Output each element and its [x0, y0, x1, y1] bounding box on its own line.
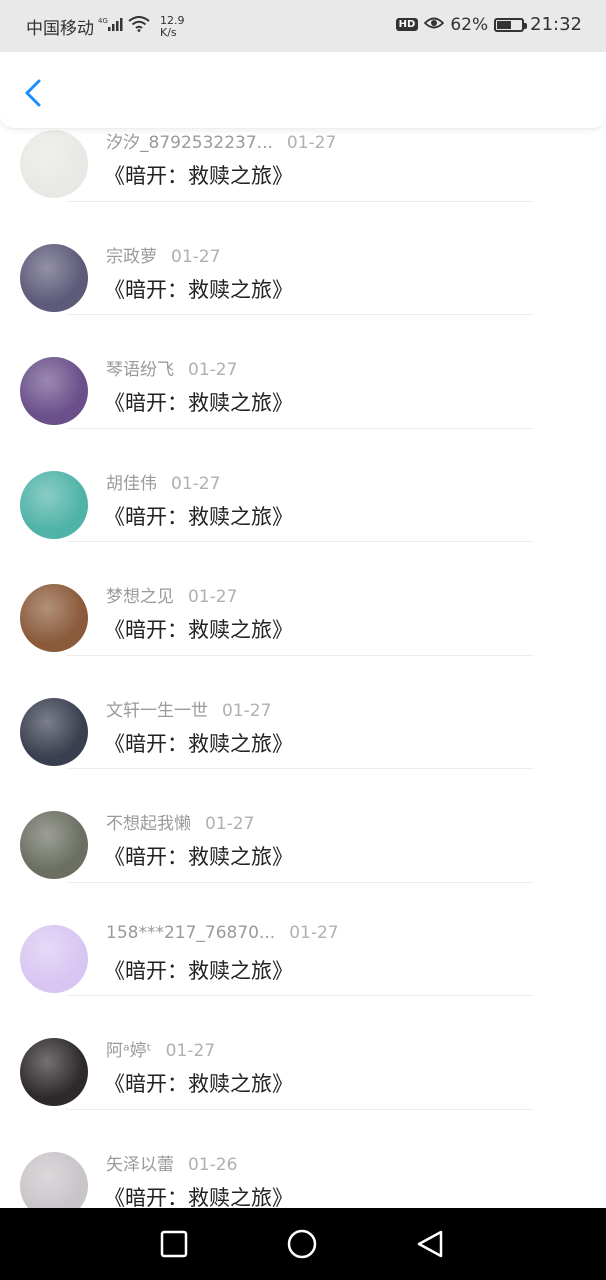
item-title[interactable]: 《暗开：救赎之旅》: [104, 841, 293, 871]
item-meta: 宗政萝 01-27: [106, 242, 220, 267]
network-speed: 12.9 K/s: [160, 13, 185, 39]
list-item[interactable]: 阿ᵃ婷ᵗ 01-27 《暗开：救赎之旅》: [0, 996, 606, 1110]
item-title[interactable]: 《暗开：救赎之旅》: [104, 614, 293, 644]
avatar[interactable]: [20, 584, 88, 652]
list-item[interactable]: 矢泽以蕾 01-26 《暗开：救赎之旅》: [0, 1110, 606, 1209]
avatar[interactable]: [20, 1151, 88, 1208]
message-list-inner: 汐汐_8792532237... 01-27 《暗开：救赎之旅》 宗政萝 01-27 《暗…: [0, 128, 606, 1208]
wifi-icon: [128, 16, 150, 37]
signal-icon: 4G: [98, 16, 124, 37]
username[interactable]: 阿ᵃ婷ᵗ: [106, 1041, 152, 1061]
item-date: 01-27: [188, 360, 238, 380]
username[interactable]: 宗政萝: [106, 247, 157, 267]
avatar[interactable]: [20, 130, 88, 198]
triangle-back-icon: [417, 1230, 443, 1258]
carrier-name: 中国移动: [26, 19, 94, 39]
item-date: 01-27: [171, 246, 221, 267]
avatar[interactable]: [20, 470, 88, 539]
battery-level: [497, 20, 512, 29]
system-nav-bar: [0, 1208, 606, 1280]
item-meta: 梦想之见 01-27: [106, 582, 237, 607]
item-meta: 汐汐_8792532237... 01-27: [106, 128, 336, 153]
username[interactable]: 不想起我懒: [106, 814, 191, 834]
list-item[interactable]: 汐汐_8792532237... 01-27 《暗开：救赎之旅》: [0, 128, 606, 202]
app-header: [0, 52, 606, 129]
chevron-left-icon: [25, 79, 41, 107]
item-meta: 胡佳伟 01-27: [106, 469, 220, 494]
list-item[interactable]: 158***217_76870... 01-27 《暗开：救赎之旅》: [0, 883, 606, 996]
avatar[interactable]: [20, 924, 88, 993]
status-left: 中国移动 4G 12.9 K/s: [26, 14, 185, 39]
network-type: 4G: [98, 17, 108, 25]
circle-icon: [287, 1229, 317, 1259]
item-meta: 文轩一生一世 01-27: [106, 696, 271, 721]
item-date: 01-26: [188, 1154, 238, 1175]
username[interactable]: 矢泽以蕾: [106, 1155, 174, 1175]
item-date: 01-27: [171, 473, 221, 494]
hd-badge: HD: [395, 18, 419, 31]
item-date: 01-27: [222, 700, 272, 721]
item-date: 01-27: [188, 587, 238, 607]
item-title[interactable]: 《暗开：救赎之旅》: [104, 1068, 293, 1098]
item-date: 01-27: [289, 922, 339, 943]
square-icon: [160, 1230, 188, 1258]
item-meta: 阿ᵃ婷ᵗ 01-27: [106, 1036, 215, 1061]
item-meta: 不想起我懒 01-27: [106, 809, 254, 834]
item-meta: 琴语纷飞 01-27: [106, 355, 237, 380]
item-title[interactable]: 《暗开：救赎之旅》: [104, 387, 293, 417]
username[interactable]: 梦想之见: [106, 587, 174, 607]
recent-apps-button[interactable]: [158, 1228, 190, 1260]
status-bar: 中国移动 4G 12.9 K/s HD 62% 21:32: [0, 0, 606, 52]
item-title[interactable]: 《暗开：救赎之旅》: [104, 955, 293, 985]
username[interactable]: 文轩一生一世: [106, 701, 208, 721]
item-date: 01-27: [286, 133, 337, 153]
item-meta: 矢泽以蕾 01-26: [106, 1150, 237, 1175]
avatar[interactable]: [20, 357, 88, 425]
home-button[interactable]: [286, 1228, 318, 1260]
item-title[interactable]: 《暗开：救赎之旅》: [104, 1182, 293, 1209]
avatar[interactable]: [20, 811, 88, 879]
avatar[interactable]: [20, 697, 88, 766]
speed-unit: K/s: [160, 25, 177, 39]
status-right: HD 62% 21:32: [395, 14, 582, 35]
list-item[interactable]: 不想起我懒 01-27 《暗开：救赎之旅》: [0, 769, 606, 883]
username[interactable]: 琴语纷飞: [106, 360, 174, 380]
username[interactable]: 158***217_76870...: [106, 923, 275, 943]
battery-icon: [494, 17, 528, 32]
list-item[interactable]: 琴语纷飞 01-27 《暗开：救赎之旅》: [0, 315, 606, 429]
item-date: 01-27: [205, 814, 255, 834]
back-nav-button[interactable]: [414, 1228, 446, 1260]
item-title[interactable]: 《暗开：救赎之旅》: [104, 501, 293, 531]
item-meta: 158***217_76870... 01-27: [106, 923, 339, 943]
back-button[interactable]: [20, 78, 50, 108]
list-item[interactable]: 梦想之见 01-27 《暗开：救赎之旅》: [0, 542, 606, 656]
eye-icon: [424, 15, 445, 35]
item-title[interactable]: 《暗开：救赎之旅》: [104, 160, 293, 190]
item-title[interactable]: 《暗开：救赎之旅》: [104, 728, 293, 758]
list-item[interactable]: 文轩一生一世 01-27 《暗开：救赎之旅》: [0, 656, 606, 769]
battery-percent: 62%: [450, 14, 489, 35]
avatar[interactable]: [20, 1038, 88, 1106]
list-item[interactable]: 胡佳伟 01-27 《暗开：救赎之旅》: [0, 429, 606, 542]
item-title[interactable]: 《暗开：救赎之旅》: [104, 274, 293, 304]
username[interactable]: 汐汐_8792532237...: [106, 133, 273, 153]
username[interactable]: 胡佳伟: [106, 474, 157, 494]
list-item[interactable]: 宗政萝 01-27 《暗开：救赎之旅》: [0, 202, 606, 315]
message-list[interactable]: 汐汐_8792532237... 01-27 《暗开：救赎之旅》 宗政萝 01-27 《暗…: [0, 128, 606, 1208]
item-date: 01-27: [165, 1041, 216, 1061]
avatar[interactable]: [20, 243, 88, 312]
speed-value: 12.9: [160, 13, 185, 27]
clock: 21:32: [530, 14, 582, 35]
